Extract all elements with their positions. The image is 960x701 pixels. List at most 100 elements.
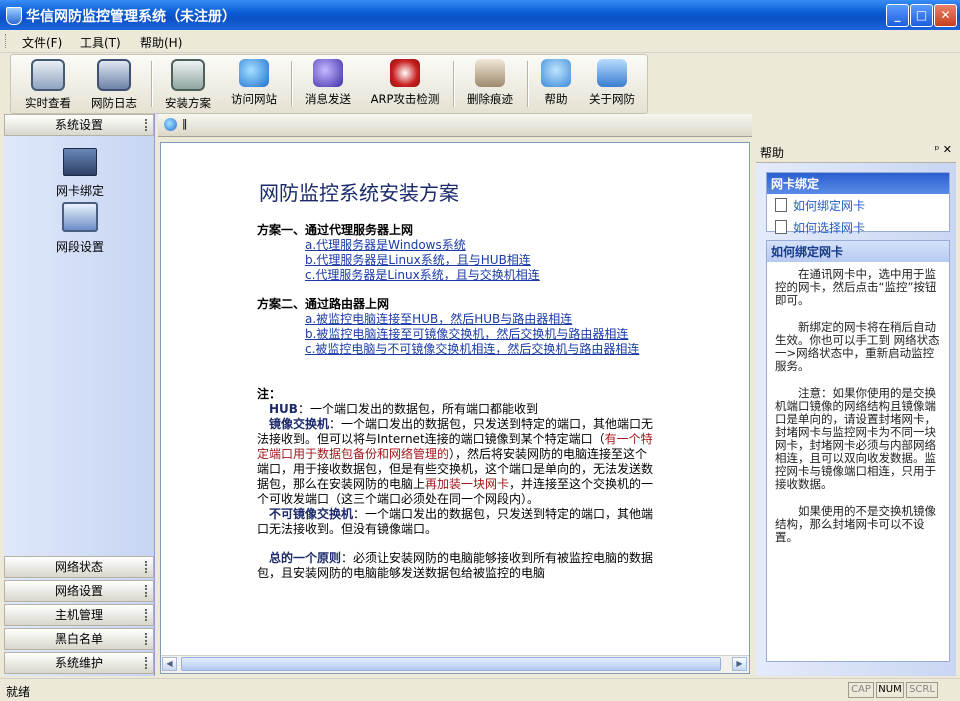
document-area: ‖ 网防监控系统安装方案 方案一、通过代理服务器上网 a.代理服务器是Windo… [158, 114, 752, 676]
menu-tools[interactable]: 工具(T) [80, 34, 121, 51]
monitor-icon [31, 59, 65, 91]
help-link-bind-nic[interactable]: 如何绑定网卡 [767, 194, 949, 216]
panel-system-settings[interactable]: 系统设置 [4, 114, 154, 136]
log-button[interactable]: 网防日志 [83, 59, 145, 111]
link-s1-a[interactable]: a.代理服务器是Windows系统 [305, 238, 466, 252]
document-body: 方案一、通过代理服务器上网 a.代理服务器是Windows系统 b.代理服务器是… [257, 223, 657, 581]
install-plan-label: 安装方案 [165, 96, 211, 110]
menu-bar: 文件(F) 工具(T) 帮助(H) [0, 30, 960, 53]
help-icon [541, 59, 571, 87]
erase-traces-label: 删除痕迹 [467, 92, 513, 106]
pin-icon[interactable]: ᵖ [935, 143, 940, 156]
link-s2-b[interactable]: b.被监控电脑连接至可镜像交换机，然后交换机与路由器相连 [305, 327, 628, 341]
scroll-right-icon[interactable]: ▶ [732, 657, 747, 671]
visit-website-label: 访问网站 [231, 92, 277, 106]
link-s2-c[interactable]: c.被监控电脑与不可镜像交换机相连，然后交换机与路由器相连 [305, 342, 639, 356]
send-message-button[interactable]: 消息发送 [297, 59, 359, 111]
help-label: 帮助 [544, 92, 568, 106]
log-icon [97, 59, 131, 91]
section2-title: 方案二、通过路由器上网 [257, 297, 390, 311]
scrollbar-thumb[interactable] [181, 657, 721, 671]
help-content-box: 如何绑定网卡 在通讯网卡中，选中用于监控的网卡，然后点击“监控”按钮即可。 新绑… [766, 240, 950, 662]
panel-system-maintenance[interactable]: 系统维护 [4, 652, 154, 674]
panel-host-management[interactable]: 主机管理 [4, 604, 154, 626]
window-title: 华信网防监控管理系统（未注册） [26, 9, 236, 25]
horizontal-scrollbar[interactable]: ◀ ▶ [161, 655, 749, 673]
section1-title: 方案一、通过代理服务器上网 [257, 223, 414, 237]
mirror-term: 镜像交换机 [269, 417, 330, 431]
shield-icon [6, 7, 22, 25]
about-button[interactable]: 关于网防 [583, 59, 641, 111]
link-s2-a[interactable]: a.被监控电脑连接至HUB，然后HUB与路由器相连 [305, 312, 572, 326]
panel-network-settings[interactable]: 网络设置 [4, 580, 154, 602]
install-plan-button[interactable]: 安装方案 [157, 59, 219, 111]
nav-item-nic-binding-label: 网卡绑定 [55, 184, 104, 198]
help-topic-box: 网卡绑定 如何绑定网卡 如何选择网卡 [766, 172, 950, 235]
menu-grip[interactable] [5, 34, 9, 48]
menu-file[interactable]: 文件(F) [22, 34, 62, 51]
help-paragraph: 如果使用的不是交换机镜像结构，那么封堵网卡可以不设置。 [775, 504, 936, 544]
panel-blackwhite-list[interactable]: 黑白名单 [4, 628, 154, 650]
ie-icon[interactable] [164, 118, 177, 131]
scrl-indicator: SCRL [906, 682, 938, 698]
help-paragraph: 新绑定的网卡将在稍后自动生效。你也可以手工到 网络状态一>网络状态中，重新启动监… [775, 320, 940, 373]
arp-detect-button[interactable]: ARP攻击检测 [363, 59, 447, 111]
arp-icon [390, 59, 420, 87]
toolbar-separator [527, 61, 529, 107]
log-label: 网防日志 [91, 96, 137, 110]
cap-indicator: CAP [848, 682, 874, 698]
scroll-left-icon[interactable]: ◀ [162, 657, 177, 671]
hub-text: ：一个端口发出的数据包，所有端口都能收到 [297, 402, 538, 416]
nav-item-segment-settings[interactable]: 网段设置 [44, 202, 116, 255]
nomirror-term: 不可镜像交换机 [269, 507, 354, 521]
principle-term: 总的一个原则 [269, 551, 342, 565]
help-content-body: 在通讯网卡中，选中用于监控的网卡，然后点击“监控”按钮即可。 新绑定的网卡将在稍… [767, 262, 949, 544]
left-nav-pane: 系统设置 网卡绑定 网段设置 网络状态 网络设置 主机管理 黑白名单 系统维护 [4, 114, 155, 676]
panel-grip [145, 609, 149, 621]
link-s1-c[interactable]: c.代理服务器是Linux系统，且与交换机相连 [305, 268, 540, 282]
panel-system-settings-label: 系统设置 [54, 118, 103, 132]
document-view[interactable]: 网防监控系统安装方案 方案一、通过代理服务器上网 a.代理服务器是Windows… [160, 142, 750, 674]
minimize-button[interactable]: _ [886, 4, 909, 27]
panel-network-status[interactable]: 网络状态 [4, 556, 154, 578]
hub-term: HUB [269, 402, 298, 416]
about-label: 关于网防 [589, 92, 635, 106]
nic-icon [63, 148, 97, 176]
help-button[interactable]: 帮助 [533, 59, 579, 111]
num-indicator: NUM [876, 682, 904, 698]
segment-icon [62, 202, 98, 232]
document-icon [775, 220, 787, 234]
document-tab-bar: ‖ [158, 114, 752, 137]
computer-icon [171, 59, 205, 91]
toolbar-separator [453, 61, 455, 107]
panel-grip [145, 585, 149, 597]
help-paragraph: 在通讯网卡中，选中用于监控的网卡，然后点击“监控”按钮即可。 [775, 267, 937, 307]
nav-item-nic-binding[interactable]: 网卡绑定 [44, 148, 116, 199]
help-close-icon[interactable]: ✕ [943, 143, 952, 156]
realtime-view-button[interactable]: 实时查看 [17, 59, 79, 111]
toolbar-separator [291, 61, 293, 107]
erase-traces-button[interactable]: 删除痕迹 [459, 59, 521, 111]
panel-grip [145, 561, 149, 573]
visit-website-button[interactable]: 访问网站 [223, 59, 285, 111]
close-button[interactable]: ✕ [934, 4, 957, 27]
about-icon [597, 59, 627, 87]
document-icon [775, 198, 787, 212]
panel-network-status-label: 网络状态 [54, 560, 103, 574]
help-link-select-nic-label: 如何选择网卡 [793, 221, 866, 235]
help-pane-header: 帮助 ᵖ ✕ [756, 140, 956, 163]
link-s1-b[interactable]: b.代理服务器是Linux系统，且与HUB相连 [305, 253, 531, 267]
page-title: 网防监控系统安装方案 [259, 181, 459, 205]
help-content-title: 如何绑定网卡 [767, 241, 949, 262]
ie-icon [239, 59, 269, 87]
erase-icon [475, 59, 505, 87]
help-link-bind-nic-label: 如何绑定网卡 [793, 199, 866, 213]
document-tab[interactable]: ‖ [182, 117, 188, 130]
arp-detect-label: ARP攻击检测 [370, 92, 440, 106]
maximize-button[interactable]: □ [910, 4, 933, 27]
toolbar-separator [151, 61, 153, 107]
panel-system-maintenance-label: 系统维护 [54, 656, 103, 670]
help-link-select-nic[interactable]: 如何选择网卡 [767, 216, 949, 238]
panel-grip [145, 633, 149, 645]
menu-help[interactable]: 帮助(H) [140, 34, 182, 51]
